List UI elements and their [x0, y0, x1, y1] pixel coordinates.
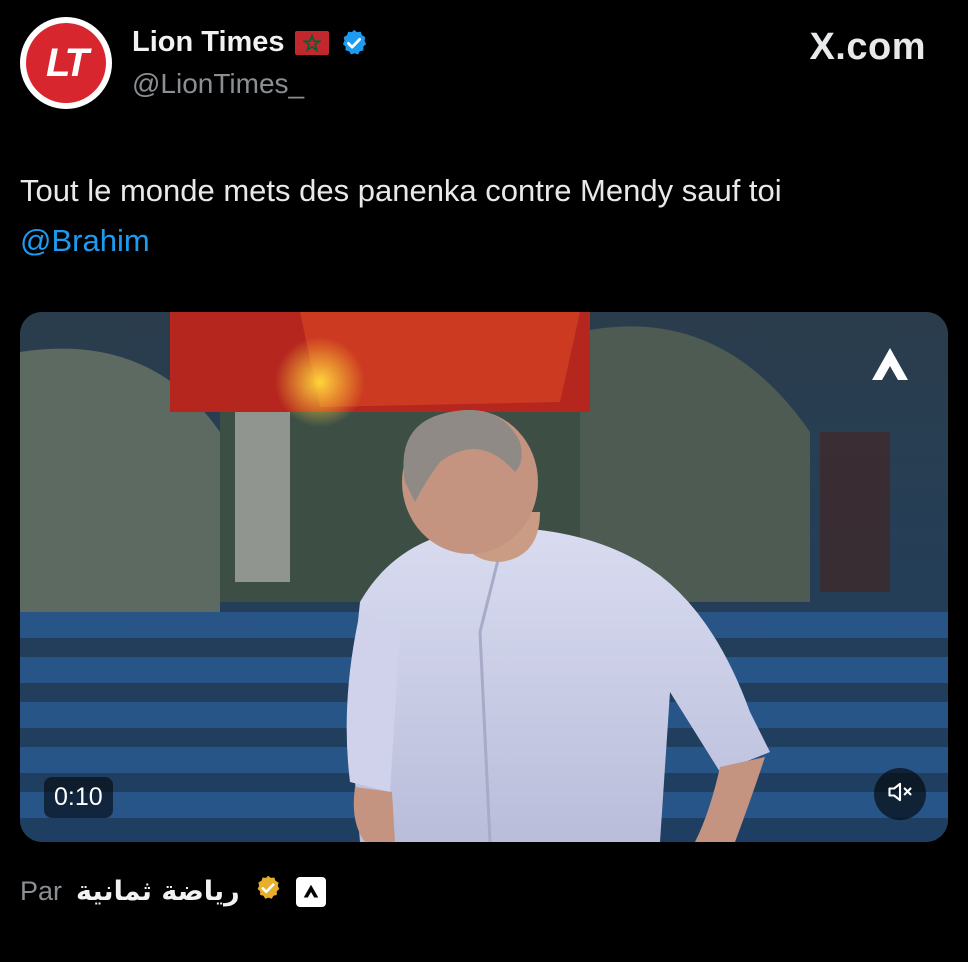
tweet-card: LT Lion Times @LionTimes_ X.com Tout le …: [0, 0, 968, 962]
x-com-logo: X.com: [809, 26, 926, 68]
speaker-muted-icon: [886, 778, 914, 811]
gold-verified-badge-icon: [254, 874, 282, 909]
attribution-logo-icon: [295, 876, 326, 907]
author-name-row[interactable]: Lion Times: [132, 26, 369, 59]
author-handle[interactable]: @LionTimes_: [132, 68, 304, 100]
video-attribution[interactable]: Par رياضة ثمانية: [20, 874, 326, 909]
attribution-prefix: Par: [20, 876, 63, 906]
morocco-flag-icon: [294, 30, 329, 55]
tweet-text: Tout le monde mets des panenka contre Me…: [20, 173, 782, 208]
verified-badge-icon: [339, 28, 369, 58]
mention-link[interactable]: @Brahim: [20, 216, 950, 266]
attribution-name[interactable]: رياضة ثمانية: [76, 876, 240, 907]
avatar-logo-text: LT: [26, 23, 106, 103]
mute-button[interactable]: [874, 768, 926, 820]
video-frame: [20, 312, 948, 842]
video-player[interactable]: 0:10: [20, 312, 948, 842]
author-avatar[interactable]: LT: [20, 17, 112, 109]
video-duration: 0:10: [44, 777, 113, 818]
tweet-body: Tout le monde mets des panenka contre Me…: [20, 166, 950, 266]
author-display-name[interactable]: Lion Times: [132, 26, 285, 59]
source-watermark-icon: [868, 344, 912, 388]
